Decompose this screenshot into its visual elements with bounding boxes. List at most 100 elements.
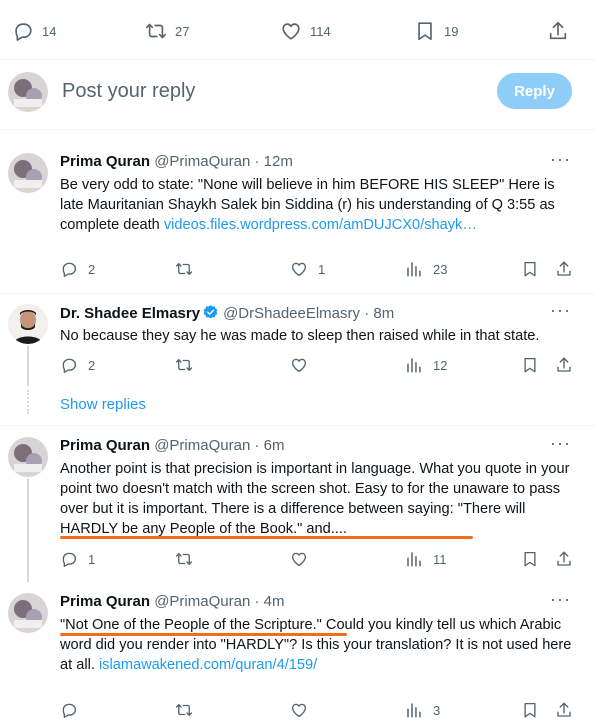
repost-icon: [175, 550, 193, 568]
views-icon: [405, 701, 423, 719]
post-text-content: No because they say he was made to sleep…: [60, 328, 540, 344]
share-icon: [547, 20, 569, 42]
share-action[interactable]: [547, 20, 569, 42]
post[interactable]: Prima Quran @PrimaQuran · 6m ··· Another…: [0, 427, 595, 582]
like-count: 114: [310, 23, 331, 39]
reply-action[interactable]: 2: [60, 356, 95, 374]
bookmark-icon: [414, 20, 436, 42]
reply-icon: [60, 701, 78, 719]
display-name[interactable]: Dr. Shadee Elmasry: [60, 305, 200, 322]
repost-action[interactable]: 27: [145, 20, 189, 42]
post-link[interactable]: islamawakened.com/quran/4/159/: [99, 657, 317, 673]
post-actions: 1 11: [0, 550, 595, 572]
repost-icon: [145, 20, 167, 42]
reply-button[interactable]: Reply: [497, 73, 572, 109]
post[interactable]: Dr. Shadee Elmasry @DrShadeeElmasry · 8m …: [0, 294, 595, 429]
repost-action[interactable]: [175, 550, 203, 568]
views-action[interactable]: 12: [405, 356, 447, 374]
views-action[interactable]: 23: [405, 260, 447, 278]
more-icon[interactable]: ···: [550, 300, 571, 321]
bookmark-action[interactable]: [521, 701, 539, 719]
reply-icon: [12, 20, 34, 42]
handle[interactable]: @PrimaQuran: [154, 437, 250, 454]
verified-badge-icon: [203, 305, 218, 319]
show-replies-link[interactable]: Show replies: [60, 396, 146, 413]
reply-action[interactable]: 1: [60, 550, 95, 568]
bookmark-action[interactable]: [521, 550, 539, 568]
like-action[interactable]: [290, 701, 318, 719]
post-text: "Not One of the People of the Scripture.…: [60, 615, 580, 675]
post-header: Dr. Shadee Elmasry @DrShadeeElmasry · 8m: [60, 304, 394, 322]
reply-count: 14: [42, 23, 57, 39]
reply-count: 2: [88, 261, 96, 277]
highlight-underline: [60, 633, 347, 636]
bookmark-action[interactable]: [521, 260, 539, 278]
views-icon: [405, 356, 423, 374]
handle[interactable]: @DrShadeeElmasry: [223, 305, 360, 322]
view-count: 11: [433, 551, 447, 567]
highlight-underline: [60, 536, 473, 539]
bookmark-icon: [521, 260, 539, 278]
share-icon: [555, 701, 573, 719]
views-action[interactable]: 3: [405, 701, 440, 719]
avatar[interactable]: [8, 593, 48, 633]
repost-icon: [175, 260, 193, 278]
share-action[interactable]: [555, 260, 573, 278]
reply-action[interactable]: 2: [60, 260, 95, 278]
reply-action[interactable]: [60, 701, 88, 719]
reply-action[interactable]: 14: [12, 20, 56, 42]
like-icon: [290, 701, 308, 719]
reply-input[interactable]: Post your reply: [62, 80, 195, 103]
repost-icon: [175, 356, 193, 374]
handle[interactable]: @PrimaQuran: [154, 153, 250, 170]
post-actions: 2 12: [0, 356, 595, 378]
like-icon: [290, 260, 308, 278]
views-icon: [405, 550, 423, 568]
timestamp[interactable]: · 12m: [254, 153, 292, 170]
timestamp[interactable]: · 4m: [254, 593, 284, 610]
display-name[interactable]: Prima Quran: [60, 593, 150, 610]
post-header: Prima Quran @PrimaQuran · 12m: [60, 153, 293, 170]
share-action[interactable]: [555, 701, 573, 719]
share-icon: [555, 550, 573, 568]
handle[interactable]: @PrimaQuran: [154, 593, 250, 610]
like-action[interactable]: 114: [280, 20, 331, 42]
avatar[interactable]: [8, 304, 48, 344]
share-action[interactable]: [555, 550, 573, 568]
more-icon[interactable]: ···: [550, 149, 571, 170]
post-text: Be very odd to state: "None will believe…: [60, 175, 580, 235]
post[interactable]: Prima Quran @PrimaQuran · 12m ··· Be ver…: [0, 143, 595, 293]
avatar[interactable]: [8, 437, 48, 477]
view-count: 12: [433, 357, 448, 373]
more-icon[interactable]: ···: [550, 433, 571, 454]
share-action[interactable]: [555, 356, 573, 374]
repost-action[interactable]: [175, 356, 203, 374]
reply-icon: [60, 550, 78, 568]
avatar: [8, 72, 48, 112]
post-link[interactable]: videos.files.wordpress.com/amDUJCX0/shay…: [164, 217, 477, 233]
post-actions: 2 1 23: [0, 260, 595, 282]
repost-action[interactable]: [175, 701, 203, 719]
tweet-action-bar: 14 27 114 19: [0, 0, 595, 60]
display-name[interactable]: Prima Quran: [60, 153, 150, 170]
timestamp[interactable]: · 6m: [254, 437, 284, 454]
bookmark-icon: [521, 550, 539, 568]
post[interactable]: Prima Quran @PrimaQuran · 4m ··· "Not On…: [0, 583, 595, 728]
reply-icon: [60, 356, 78, 374]
views-action[interactable]: 11: [405, 550, 447, 568]
view-count: 3: [433, 702, 441, 718]
like-icon: [280, 20, 302, 42]
bookmark-action[interactable]: [521, 356, 539, 374]
more-icon[interactable]: ···: [550, 589, 571, 610]
avatar[interactable]: [8, 153, 48, 193]
like-count: 1: [318, 261, 326, 277]
repost-action[interactable]: [175, 260, 203, 278]
like-action[interactable]: [290, 550, 318, 568]
like-action[interactable]: [290, 356, 318, 374]
timestamp[interactable]: · 8m: [364, 305, 394, 322]
bookmark-action[interactable]: 19: [414, 20, 458, 42]
reply-count: 2: [88, 357, 96, 373]
repost-count: 27: [175, 23, 190, 39]
display-name[interactable]: Prima Quran: [60, 437, 150, 454]
like-action[interactable]: 1: [290, 260, 325, 278]
